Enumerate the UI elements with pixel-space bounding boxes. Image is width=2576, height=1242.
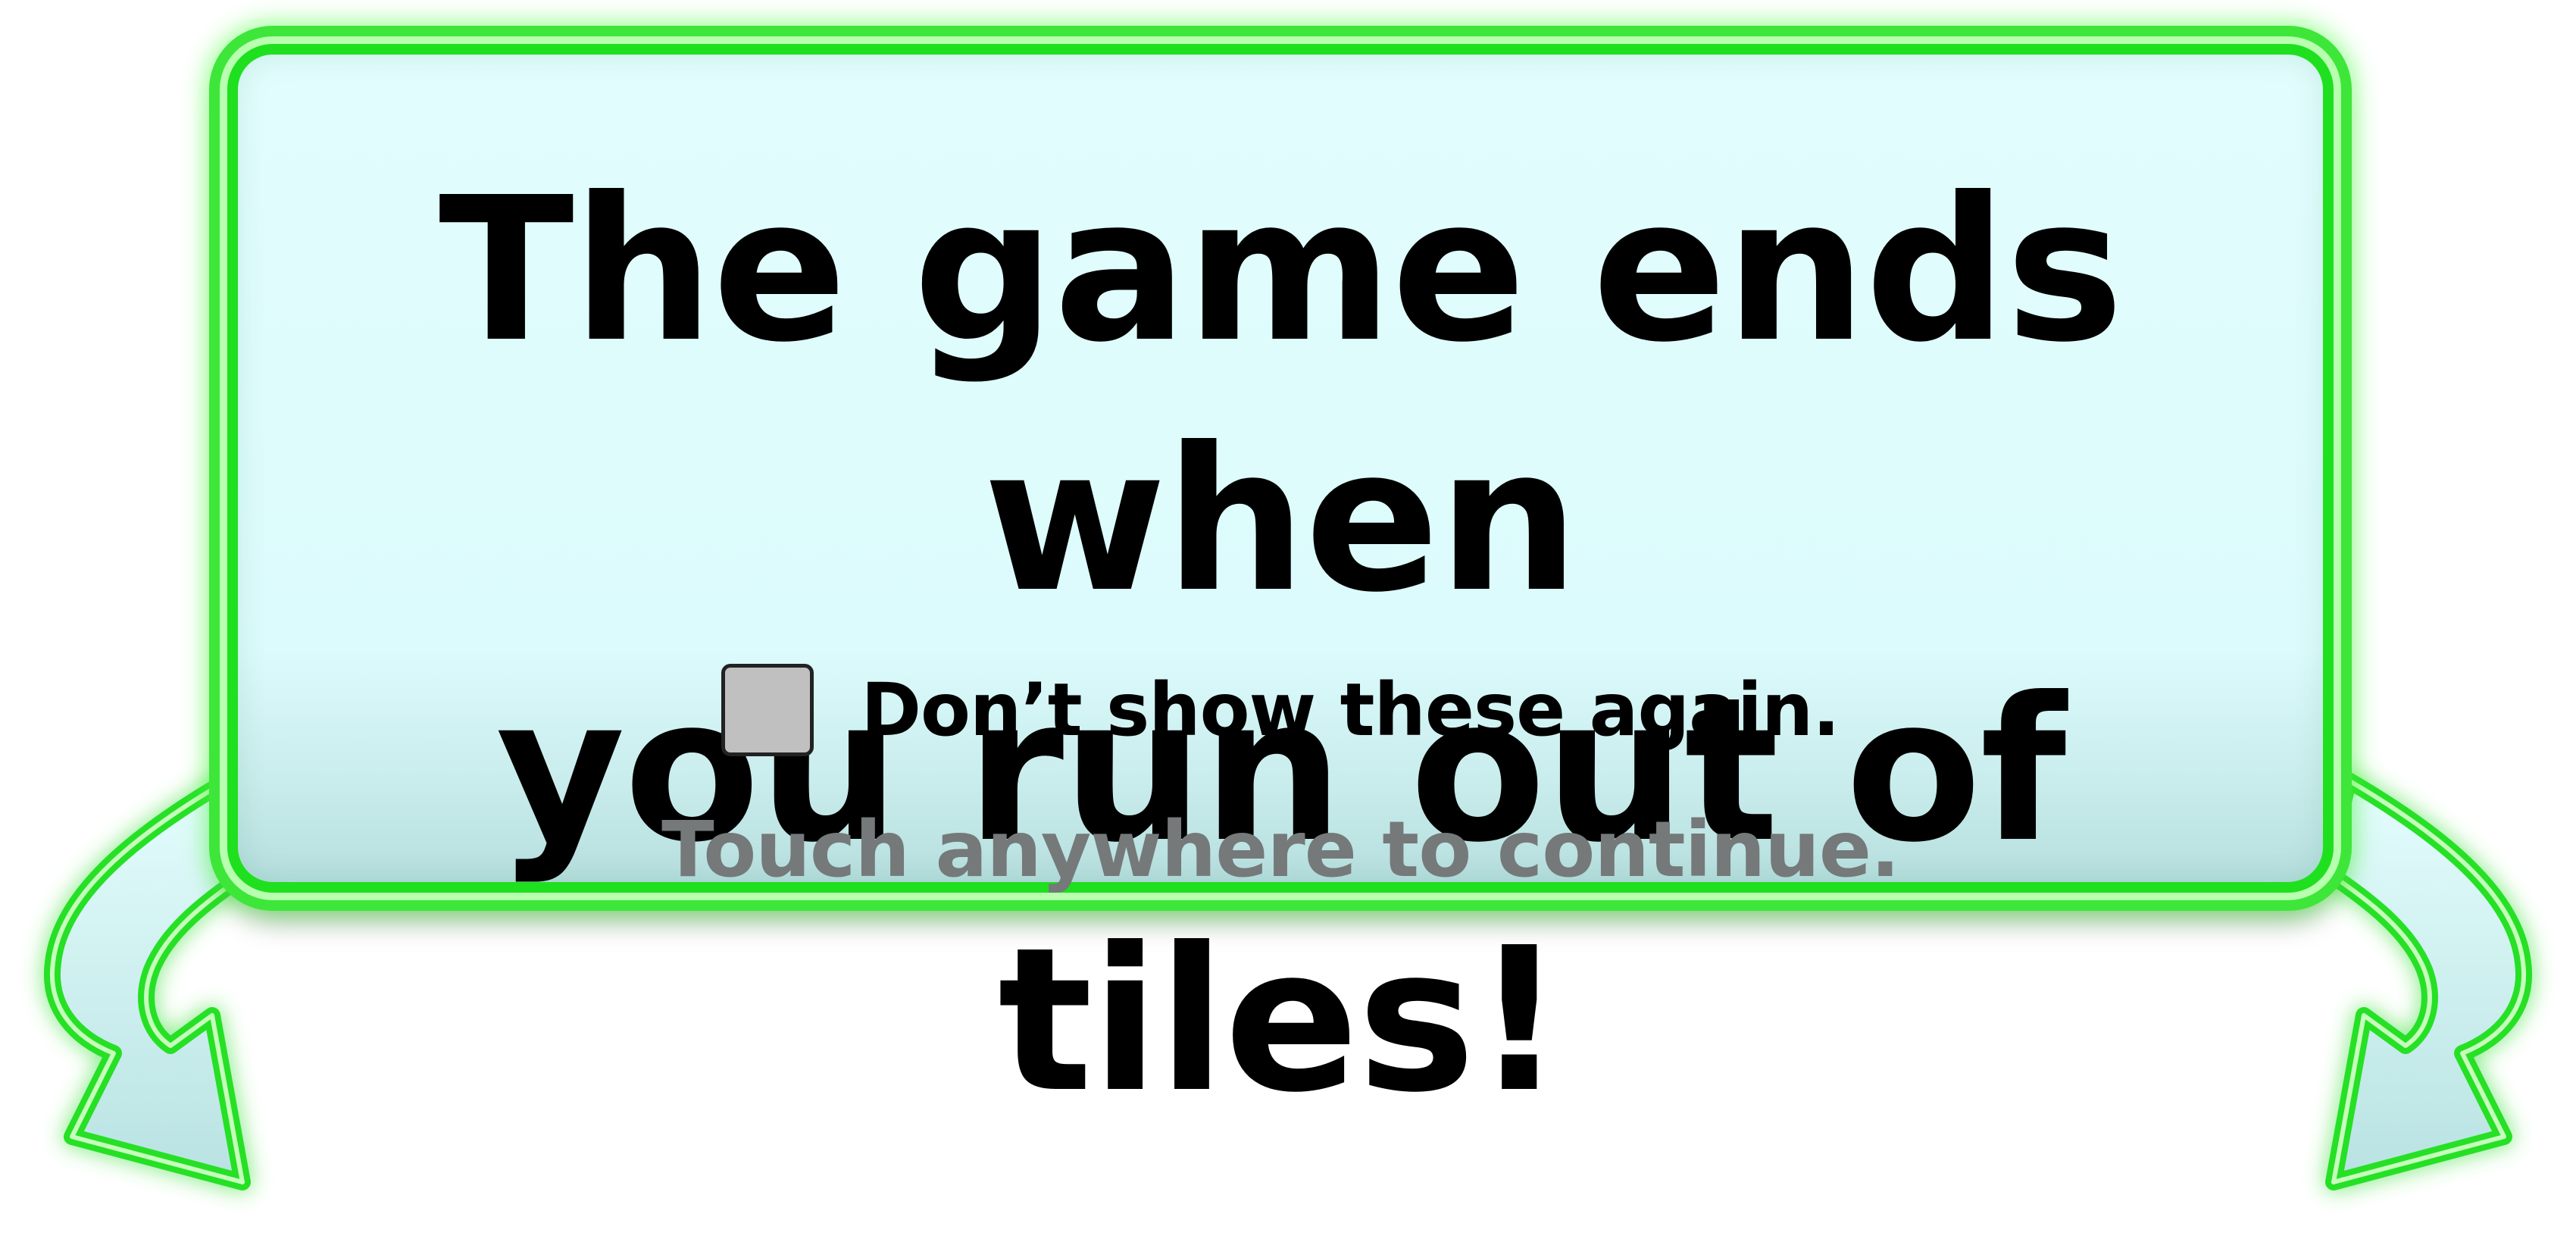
- continue-hint: Touch anywhere to continue.: [661, 805, 1900, 895]
- tutorial-overlay[interactable]: The game ends when you run out of tiles!…: [0, 0, 2576, 1242]
- curved-down-arrow-left-icon: [43, 772, 258, 1190]
- dont-show-again-checkbox[interactable]: [721, 664, 814, 756]
- dont-show-again-row[interactable]: Don’t show these again.: [238, 661, 2323, 759]
- tutorial-headline: The game ends when you run out of tiles!: [238, 145, 2323, 1146]
- headline-line-1: The game ends when: [438, 155, 2124, 636]
- curved-down-arrow-right-icon: [2318, 772, 2533, 1190]
- dont-show-again-label[interactable]: Don’t show these again.: [861, 668, 1840, 752]
- tutorial-panel: The game ends when you run out of tiles!…: [227, 44, 2334, 1136]
